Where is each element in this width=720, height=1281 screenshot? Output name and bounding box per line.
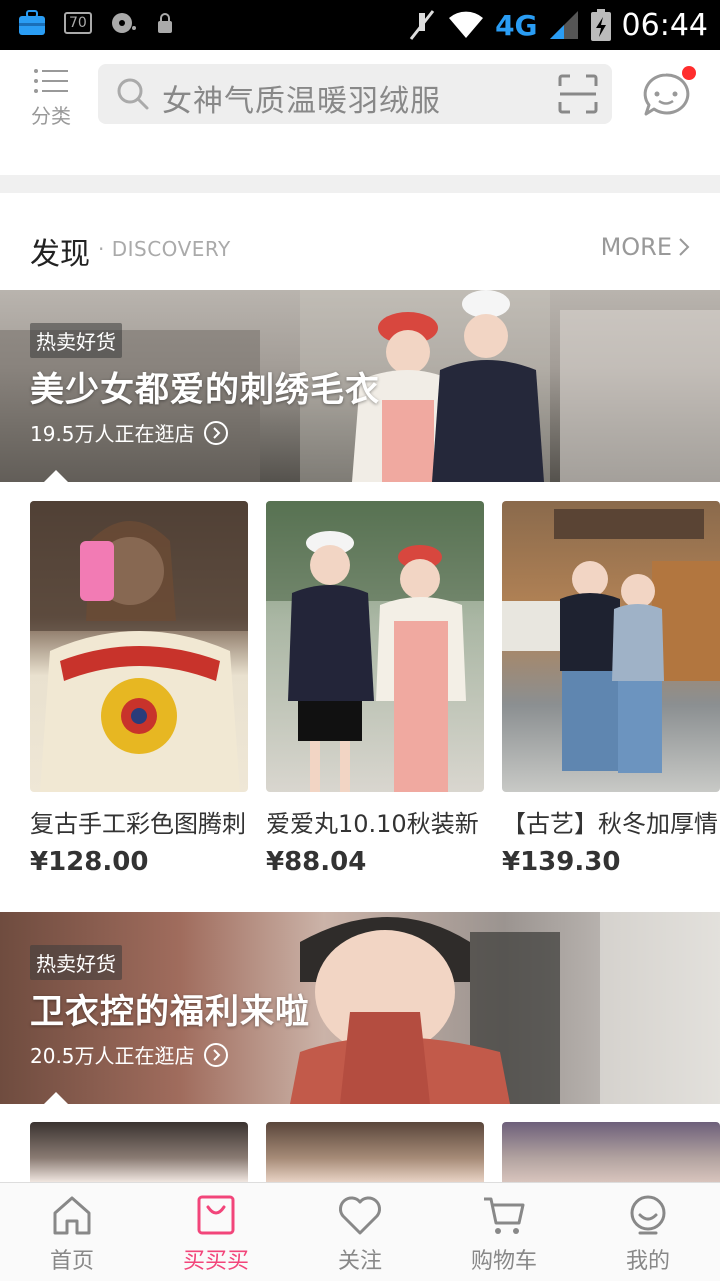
battery-charging-icon	[590, 9, 611, 41]
disc-icon	[111, 13, 136, 33]
cart-icon	[484, 1197, 525, 1234]
visitor-count: 20.5万人正在逛店	[30, 1040, 229, 1069]
more-link[interactable]: MORE	[601, 233, 690, 261]
discovery-header: 发现 · DISCOVERY MORE	[0, 193, 720, 290]
chevron-circle-right-icon	[203, 1042, 228, 1067]
app-header: 分类 女神气质温暖羽绒服	[0, 50, 720, 175]
nav-item-shop[interactable]: 买买买	[144, 1183, 288, 1281]
status-bar: 70 4G 06:44	[0, 0, 720, 50]
nav-item-profile[interactable]: 我的	[576, 1183, 720, 1281]
bottom-navigation: 首页 买买买 关注 购物车 我的	[0, 1182, 720, 1281]
visitor-count: 19.5万人正在逛店	[30, 418, 229, 447]
product-price: ¥139.30	[502, 847, 621, 877]
menu-list-icon	[34, 69, 68, 93]
nav-item-cart[interactable]: 购物车	[432, 1183, 576, 1281]
product-image	[30, 501, 248, 792]
mute-icon	[409, 10, 435, 40]
heart-icon	[339, 1196, 381, 1235]
more-label: MORE	[600, 233, 672, 261]
promo-banner[interactable]: 热卖好货 卫衣控的福利来啦 20.5万人正在逛店	[0, 912, 720, 1104]
product-image[interactable]	[266, 1122, 484, 1182]
product-price: ¥128.00	[30, 847, 149, 877]
product-name: 【古艺】秋冬加厚情	[502, 810, 718, 838]
product-image	[502, 501, 720, 792]
section-divider	[0, 175, 720, 193]
nav-label: 首页	[49, 1249, 94, 1274]
product-name: 复古手工彩色图腾刺	[30, 810, 246, 838]
category-button[interactable]: 分类	[22, 68, 80, 128]
nav-item-follow[interactable]: 关注	[288, 1183, 432, 1281]
wifi-icon	[449, 11, 484, 38]
product-card[interactable]: 复古手工彩色图腾刺 ¥128.00	[30, 501, 248, 921]
lock-icon	[157, 13, 172, 33]
discovery-subtitle: · DISCOVERY	[98, 237, 231, 261]
visitor-count-text: 20.5万人正在逛店	[30, 1044, 195, 1068]
chevron-circle-right-icon	[203, 420, 228, 445]
network-type: 4G	[495, 8, 538, 42]
product-image[interactable]	[502, 1122, 720, 1182]
product-list: 复古手工彩色图腾刺 ¥128.00 爱爱丸10.10秋装新 ¥88.04 【古艺…	[30, 501, 720, 921]
product-card[interactable]: 爱爱丸10.10秋装新 ¥88.04	[266, 501, 484, 921]
banner-title: 美少女都爱的刺绣毛衣	[30, 370, 380, 410]
discovery-title: 发现	[30, 237, 90, 272]
visitor-count-text: 19.5万人正在逛店	[30, 422, 195, 446]
search-bar[interactable]: 女神气质温暖羽绒服	[98, 64, 612, 124]
chat-bubble-icon	[643, 73, 690, 116]
shopping-bag-icon	[197, 1195, 235, 1235]
nav-label: 购物车	[470, 1249, 537, 1274]
clock: 06:44	[621, 7, 708, 43]
briefcase-icon	[19, 10, 45, 35]
product-image[interactable]	[30, 1122, 248, 1182]
hot-goods-tag: 热卖好货	[30, 945, 122, 980]
profile-icon	[630, 1195, 666, 1235]
category-label: 分类	[31, 104, 71, 128]
unread-indicator	[682, 66, 696, 80]
product-image	[266, 501, 484, 792]
search-icon	[117, 78, 149, 110]
promo-banner[interactable]: 热卖好货 美少女都爱的刺绣毛衣 19.5万人正在逛店	[0, 290, 720, 482]
scan-icon[interactable]	[558, 74, 598, 114]
search-placeholder: 女神气质温暖羽绒服	[162, 84, 441, 119]
nav-label: 买买买	[182, 1249, 249, 1274]
nav-label: 关注	[337, 1249, 382, 1274]
banner-title: 卫衣控的福利来啦	[30, 992, 310, 1032]
battery-level-badge: 70	[64, 12, 92, 34]
product-price: ¥88.04	[266, 847, 367, 877]
chevron-right-icon	[679, 238, 690, 256]
nav-item-home[interactable]: 首页	[0, 1183, 144, 1281]
signal-icon	[549, 11, 578, 39]
messages-button[interactable]	[642, 66, 696, 120]
banner-pointer	[44, 1092, 68, 1104]
nav-label: 我的	[625, 1249, 670, 1274]
home-icon	[53, 1196, 91, 1235]
product-card[interactable]: 【古艺】秋冬加厚情 ¥139.30	[502, 501, 720, 921]
hot-goods-tag: 热卖好货	[30, 323, 122, 358]
banner-pointer	[44, 470, 68, 482]
product-name: 爱爱丸10.10秋装新	[266, 810, 479, 838]
product-list	[30, 1122, 720, 1182]
